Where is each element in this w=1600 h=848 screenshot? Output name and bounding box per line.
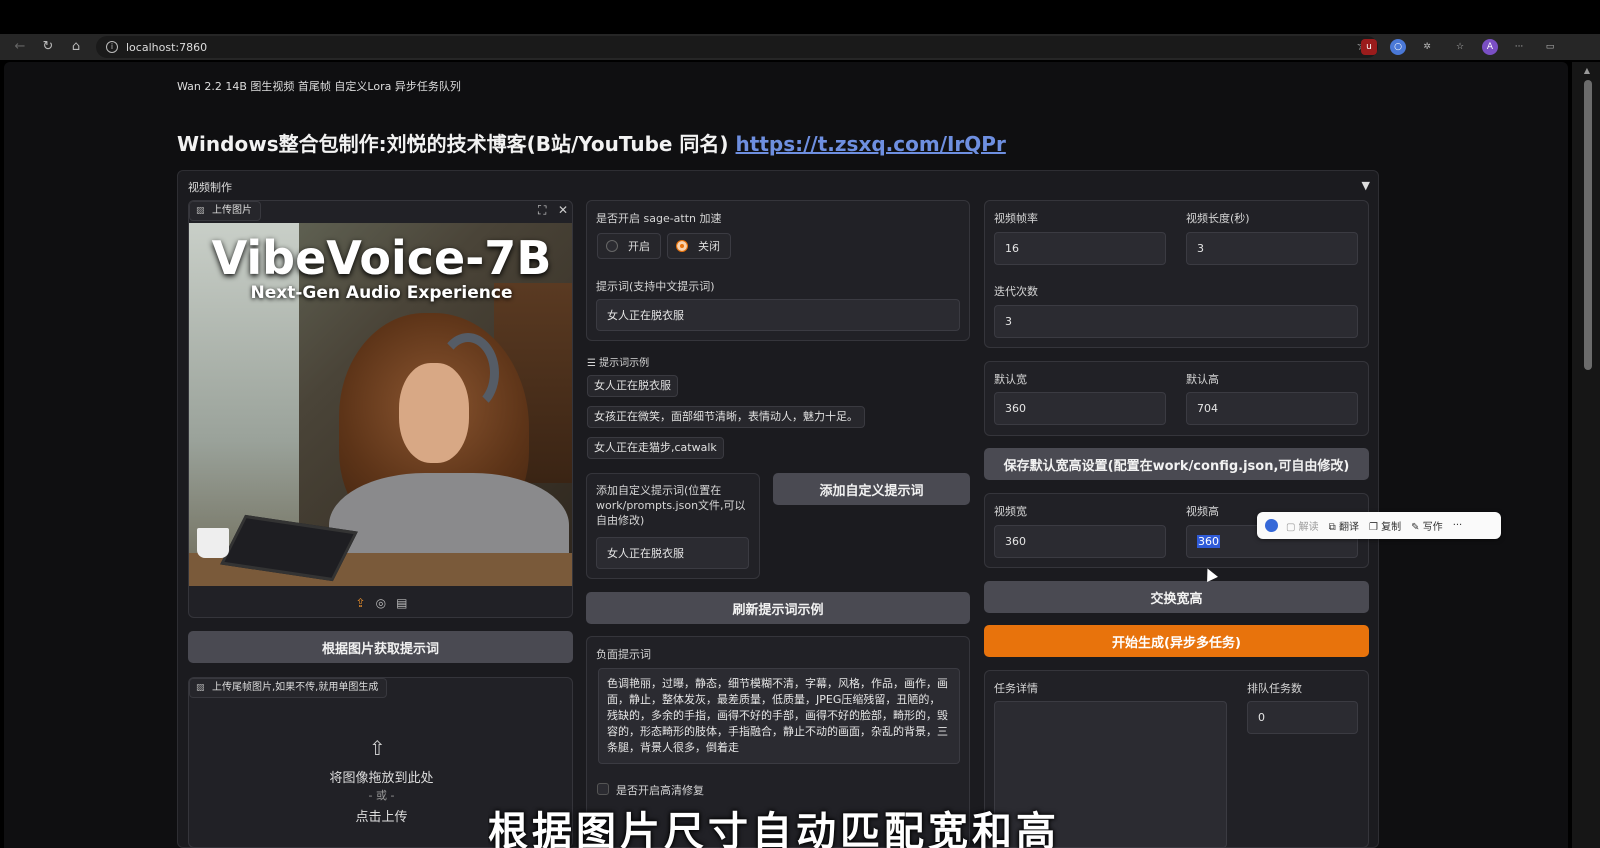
screen-top-bar bbox=[0, 0, 1600, 34]
scrollbar-thumb[interactable] bbox=[1584, 80, 1592, 370]
hd-fix-label: 是否开启高清修复 bbox=[616, 784, 704, 797]
hd-fix-checkbox[interactable] bbox=[597, 783, 609, 795]
custom-prompt-label: 添加自定义提示词(位置在work/prompts.json文件,可以自由修改) bbox=[596, 484, 746, 527]
task-detail-label: 任务详情 bbox=[994, 682, 1038, 695]
image-upload-panel[interactable]: VibeVoice-7B Next-Gen Audio Experience ▨… bbox=[188, 200, 573, 618]
tail-upload-label-text: 上传尾帧图片,如果不传,就用单图生成 bbox=[212, 682, 379, 693]
site-info-icon[interactable]: i bbox=[106, 41, 118, 53]
examples-label-text: 提示词示例 bbox=[599, 358, 650, 369]
radio-on-label: 开启 bbox=[628, 240, 650, 253]
upload-arrow-icon: ⇧ bbox=[369, 736, 386, 760]
scroll-up-arrow-icon[interactable]: ▲ bbox=[1584, 66, 1590, 75]
selected-text: 360 bbox=[1197, 535, 1220, 548]
prompt-example-item[interactable]: 女人正在脱衣服 bbox=[587, 375, 678, 397]
negative-prompt-textarea[interactable]: 色调艳丽，过曝，静态，细节模糊不清，字幕，风格，作品，画作，画面，静止，整体发灰… bbox=[598, 668, 960, 764]
radio-sage-off[interactable]: 关闭 bbox=[667, 233, 731, 259]
steps-input[interactable]: 3 bbox=[994, 305, 1358, 338]
prompt-example-item[interactable]: 女孩正在微笑，面部细节清晰，表情动人，魅力十足。 bbox=[587, 406, 865, 428]
sidebar-toggle-icon[interactable]: ▭ bbox=[1542, 39, 1558, 55]
image-icon: ▨ bbox=[196, 683, 205, 693]
page-headline: Windows整合包制作:刘悦的技术博客(B站/YouTube 同名) http… bbox=[177, 128, 1006, 157]
drop-text: 将图像拖放到此处 bbox=[329, 771, 434, 786]
video-height-label: 视频高 bbox=[1186, 505, 1219, 518]
image-tools: ⇪ ◎ ▤ bbox=[189, 589, 572, 617]
extensions-puzzle-icon[interactable]: ✲ bbox=[1419, 39, 1435, 55]
collapse-arrow-icon[interactable]: ▼ bbox=[1362, 179, 1370, 192]
text-selection-popup: ▢ 解读 ⧉ 翻译 ❐ 复制 ✎ 写作 ··· bbox=[1257, 512, 1501, 539]
address-bar[interactable]: i localhost:7860 ☆ bbox=[96, 36, 1378, 58]
or-text: - 或 - bbox=[368, 789, 395, 802]
url-text: localhost:7860 bbox=[126, 40, 208, 54]
fps-input[interactable]: 16 bbox=[994, 232, 1166, 265]
prompt-example-item[interactable]: 女人正在走猫步,catwalk bbox=[587, 437, 724, 459]
clipboard-icon[interactable]: ▤ bbox=[396, 596, 407, 610]
video-width-input[interactable]: 360 bbox=[994, 525, 1166, 558]
upload-icon[interactable]: ⇪ bbox=[356, 596, 366, 610]
default-height-input[interactable]: 704 bbox=[1186, 392, 1358, 425]
home-icon[interactable]: ⌂ bbox=[68, 39, 84, 55]
sage-attn-label: 是否开启 sage-attn 加速 bbox=[596, 212, 722, 225]
radio-sage-on[interactable]: 开启 bbox=[597, 233, 661, 259]
extension-ublock-icon[interactable]: u bbox=[1361, 39, 1377, 55]
swap-size-button[interactable]: 交换宽高 bbox=[984, 581, 1369, 613]
popup-write-button[interactable]: ✎ 写作 bbox=[1411, 518, 1443, 533]
radio-dot-selected bbox=[676, 240, 688, 252]
image-subtitle-text: Next-Gen Audio Experience bbox=[250, 283, 513, 303]
video-subtitle: 根据图片尺寸自动匹配宽和高 bbox=[488, 809, 1060, 848]
popup-translate-label: 翻译 bbox=[1338, 522, 1359, 533]
assistant-logo-icon[interactable] bbox=[1265, 519, 1278, 532]
default-width-label: 默认宽 bbox=[994, 373, 1027, 386]
queue-count-input[interactable]: 0 bbox=[1247, 701, 1358, 734]
video-width-label: 视频宽 bbox=[994, 505, 1027, 518]
headline-link[interactable]: https://t.zsxq.com/IrQPr bbox=[736, 132, 1006, 156]
more-menu-icon[interactable]: ··· bbox=[1511, 39, 1527, 55]
default-height-label: 默认高 bbox=[1186, 373, 1219, 386]
popup-read-button[interactable]: ▢ 解读 bbox=[1286, 518, 1319, 533]
negative-prompt-label: 负面提示词 bbox=[596, 648, 651, 661]
default-width-input[interactable]: 360 bbox=[994, 392, 1166, 425]
reload-icon[interactable]: ↻ bbox=[40, 39, 56, 55]
prompt-label: 提示词(支持中文提示词) bbox=[596, 280, 715, 293]
upload-image-label-text: 上传图片 bbox=[212, 205, 252, 216]
image-title-text: VibeVoice-7B bbox=[211, 231, 552, 285]
length-label: 视频长度(秒) bbox=[1186, 212, 1250, 225]
examples-label: ☰ 提示词示例 bbox=[587, 354, 649, 369]
webcam-icon[interactable]: ◎ bbox=[376, 596, 386, 610]
uploaded-image: VibeVoice-7B Next-Gen Audio Experience bbox=[189, 223, 572, 586]
length-input[interactable]: 3 bbox=[1186, 232, 1358, 265]
popup-copy-button[interactable]: ❐ 复制 bbox=[1369, 518, 1401, 533]
popup-more-icon[interactable]: ··· bbox=[1453, 520, 1463, 531]
extension-search-icon[interactable]: ○ bbox=[1390, 39, 1406, 55]
queue-count-label: 排队任务数 bbox=[1247, 682, 1302, 695]
profile-avatar-icon[interactable]: A bbox=[1482, 39, 1498, 55]
image-icon: ▨ bbox=[196, 206, 205, 216]
start-generate-button[interactable]: 开始生成(异步多任务) bbox=[984, 625, 1369, 657]
radio-off-label: 关闭 bbox=[698, 240, 720, 253]
close-icon[interactable]: ✕ bbox=[558, 203, 568, 217]
popup-write-label: 写作 bbox=[1422, 522, 1443, 533]
popup-translate-button[interactable]: ⧉ 翻译 bbox=[1329, 518, 1359, 533]
steps-label: 迭代次数 bbox=[994, 285, 1038, 298]
fps-label: 视频帧率 bbox=[994, 212, 1038, 225]
favorites-icon[interactable]: ☆ bbox=[1452, 39, 1468, 55]
accordion-title[interactable]: 视频制作 bbox=[188, 179, 232, 195]
fullscreen-icon[interactable]: ⛶ bbox=[538, 203, 546, 218]
browser-toolbar: ← ↻ ⌂ i localhost:7860 ☆ bbox=[0, 34, 1600, 60]
radio-dot bbox=[606, 240, 618, 252]
upload-image-label: ▨ 上传图片 bbox=[189, 201, 261, 221]
prompt-input[interactable]: 女人正在脱衣服 bbox=[596, 299, 960, 331]
popup-copy-label: 复制 bbox=[1381, 522, 1402, 533]
app-title: Wan 2.2 14B 图生视频 首尾帧 自定义Lora 异步任务队列 bbox=[177, 80, 461, 93]
get-prompt-from-image-button[interactable]: 根据图片获取提示词 bbox=[188, 631, 573, 663]
arrow-left-icon[interactable]: ← bbox=[12, 39, 28, 55]
list-icon: ☰ bbox=[587, 358, 600, 369]
add-custom-prompt-button[interactable]: 添加自定义提示词 bbox=[773, 473, 970, 505]
custom-prompt-input[interactable]: 女人正在脱衣服 bbox=[596, 537, 749, 569]
headline-text: Windows整合包制作:刘悦的技术博客(B站/YouTube 同名) bbox=[177, 132, 729, 156]
refresh-examples-button[interactable]: 刷新提示词示例 bbox=[586, 592, 970, 624]
save-default-size-button[interactable]: 保存默认宽高设置(配置在work/config.json,可自由修改) bbox=[984, 448, 1369, 480]
tail-upload-label: ▨ 上传尾帧图片,如果不传,就用单图生成 bbox=[189, 678, 388, 698]
popup-read-label: 解读 bbox=[1298, 522, 1319, 533]
